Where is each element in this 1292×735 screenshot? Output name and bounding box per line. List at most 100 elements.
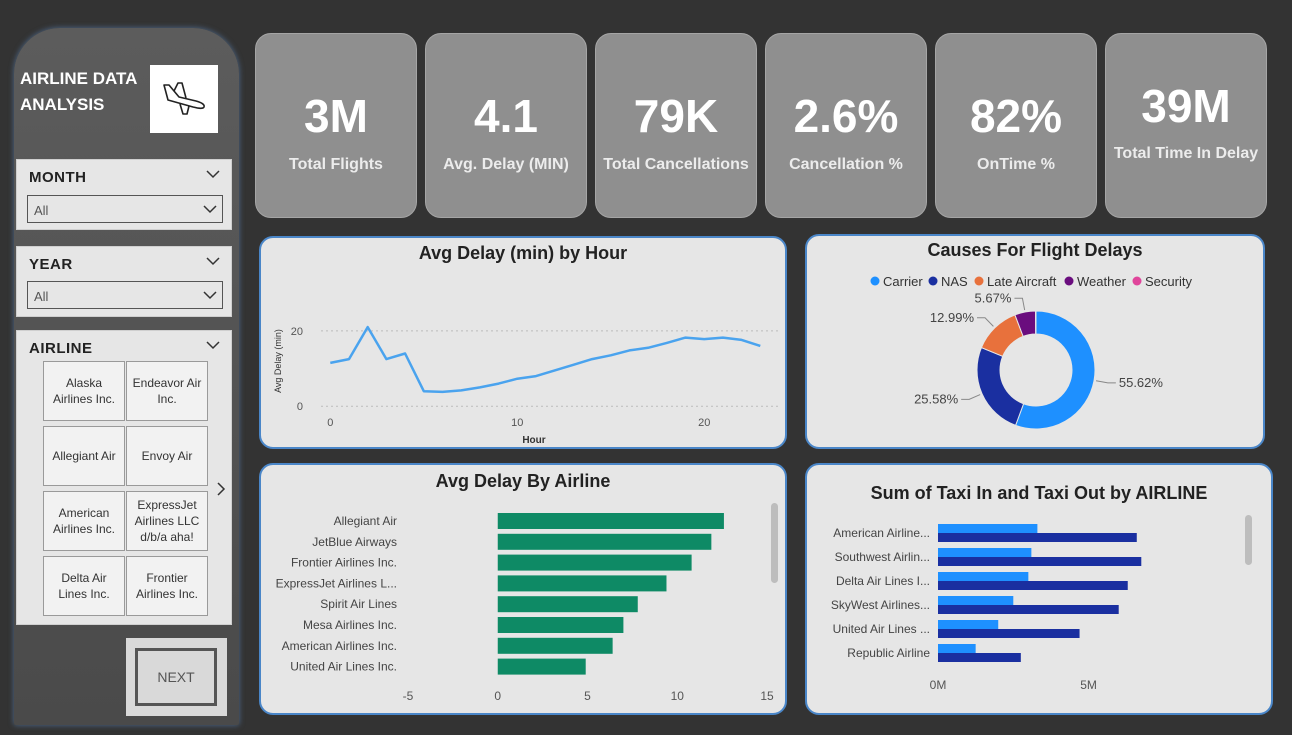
- kpi-label: OnTime %: [977, 156, 1055, 173]
- year-dropdown[interactable]: All: [27, 281, 223, 309]
- airline-slicer-title: AIRLINE: [29, 340, 93, 357]
- chevron-right-icon[interactable]: [215, 481, 227, 497]
- bar: [938, 620, 999, 629]
- bar: [938, 533, 1137, 542]
- category-label: SkyWest Airlines...: [831, 598, 930, 612]
- kpi-label: Total Flights: [289, 156, 383, 173]
- bar: [497, 596, 638, 613]
- chevron-down-icon[interactable]: [205, 255, 221, 267]
- bar: [497, 637, 613, 654]
- airline-tile[interactable]: Alaska Airlines Inc.: [43, 361, 125, 421]
- app-title: AIRLINE DATA ANALYSIS: [20, 69, 137, 114]
- category-label: American Airline...: [833, 526, 930, 540]
- logo: [150, 65, 218, 133]
- bar: [497, 554, 692, 571]
- airline-tile[interactable]: American Airlines Inc.: [43, 491, 125, 551]
- category-label: Spirit Air Lines: [320, 597, 397, 611]
- category-label: Southwest Airlin...: [835, 550, 930, 564]
- kpi-label: Avg. Delay (MIN): [443, 156, 569, 173]
- bar: [938, 581, 1128, 590]
- x-tick-label: 10: [511, 417, 523, 429]
- kpi-value: 39M: [1141, 80, 1231, 132]
- category-label: Allegiant Air: [334, 514, 397, 528]
- category-label: American Airlines Inc.: [282, 639, 397, 653]
- legend-marker: [974, 276, 984, 286]
- data-label-leader: [961, 394, 981, 400]
- data-label-leader: [1014, 297, 1026, 311]
- x-tick-label: -5: [403, 689, 414, 703]
- next-button-label: NEXT: [135, 648, 217, 706]
- pie-slice: [1034, 310, 1037, 335]
- legend-label: Weather: [1077, 274, 1127, 289]
- chevron-down-icon: [203, 205, 217, 214]
- legend-marker: [870, 276, 880, 286]
- bar: [497, 513, 724, 529]
- bar: [938, 548, 1032, 557]
- category-label: Republic Airline: [847, 646, 930, 660]
- airline-tile[interactable]: Frontier Airlines Inc.: [126, 556, 208, 616]
- next-button[interactable]: NEXT: [126, 638, 227, 716]
- bar: [497, 533, 712, 550]
- avg-delay-by-hour-chart: 0 20 0 10 20 Hour Avg Delay (min): [273, 326, 779, 446]
- category-label: United Air Lines Inc.: [290, 660, 397, 674]
- x-tick-label: 0M: [930, 678, 947, 692]
- bar: [938, 524, 1038, 533]
- bar: [938, 596, 1014, 605]
- legend-label: NAS: [941, 274, 968, 289]
- data-label: 55.62%: [1119, 375, 1164, 390]
- x-axis-label: Hour: [522, 435, 545, 446]
- legend-label: Carrier: [883, 274, 923, 289]
- y-axis-label: Avg Delay (min): [273, 329, 283, 393]
- scrollbar: [771, 503, 778, 583]
- airline-tile[interactable]: Allegiant Air: [43, 426, 125, 486]
- month-dropdown-value: All: [34, 203, 49, 218]
- category-label: Frontier Airlines Inc.: [291, 556, 397, 570]
- airline-tile[interactable]: Delta Air Lines Inc.: [43, 556, 125, 616]
- causes-of-delay-panel: Causes For Flight Delays Carrier NAS Late …: [805, 234, 1265, 449]
- bar: [938, 557, 1142, 566]
- data-label-leader: [1095, 380, 1116, 384]
- kpi-card-total-cancellations: 79K Total Cancellations: [595, 33, 757, 218]
- kpi-label: Cancellation %: [789, 156, 903, 173]
- x-tick-label: 15: [760, 689, 774, 703]
- airline-tile[interactable]: Endeavor Air Inc.: [126, 361, 208, 421]
- avg-delay-by-hour-panel: Avg Delay (min) by Hour 0 20 0 10 20 Hour Avg …: [259, 236, 787, 449]
- taxi-in-out-chart: American Airline... Southwest Airlin... De…: [831, 515, 1252, 692]
- x-tick-label: 10: [671, 689, 685, 703]
- kpi-value: 82%: [969, 90, 1063, 142]
- y-tick-label: 20: [291, 326, 303, 338]
- chevron-down-icon[interactable]: [205, 339, 221, 351]
- causes-of-delay-chart: Carrier NAS Late Aircraft Weather Security 55…: [870, 274, 1192, 430]
- chevron-down-icon: [203, 291, 217, 300]
- bar: [938, 629, 1080, 638]
- legend-marker: [1132, 276, 1142, 286]
- airline-tile[interactable]: ExpressJet Airlines LLC d/b/a aha!: [126, 491, 208, 551]
- month-slicer: MONTH All: [16, 159, 232, 230]
- kpi-value: 2.6%: [793, 90, 899, 142]
- kpi-value: 4.1: [474, 90, 538, 142]
- month-dropdown[interactable]: All: [27, 195, 223, 223]
- year-dropdown-value: All: [34, 289, 49, 304]
- category-label: United Air Lines ...: [833, 622, 930, 636]
- kpi-card-cancellation-pct: 2.6% Cancellation %: [765, 33, 927, 218]
- category-label: ExpressJet Airlines L...: [276, 576, 397, 590]
- data-label: 5.67%: [975, 290, 1012, 305]
- category-label: JetBlue Airways: [312, 535, 397, 549]
- kpi-value: 3M: [304, 90, 368, 142]
- pie-slice: [976, 346, 1025, 427]
- year-slicer-title: YEAR: [29, 256, 73, 273]
- avg-delay-by-airline-chart: Allegiant Air JetBlue Airways Frontier Air…: [276, 503, 778, 703]
- bar: [938, 572, 1029, 581]
- x-tick-label: 5M: [1080, 678, 1097, 692]
- chevron-down-icon[interactable]: [205, 168, 221, 180]
- airline-tile[interactable]: Envoy Air: [126, 426, 208, 486]
- scrollbar: [1245, 515, 1252, 565]
- bar: [938, 653, 1021, 662]
- bar: [938, 644, 976, 653]
- taxi-in-out-panel: Sum of Taxi In and Taxi Out by AIRLINE A…: [805, 463, 1273, 715]
- kpi-card-avg-delay: 4.1 Avg. Delay (MIN): [425, 33, 587, 218]
- kpi-card-ontime-pct: 82% OnTime %: [935, 33, 1097, 218]
- x-tick-label: 0: [494, 689, 501, 703]
- y-tick-label: 0: [297, 401, 303, 413]
- kpi-value: 79K: [633, 90, 719, 142]
